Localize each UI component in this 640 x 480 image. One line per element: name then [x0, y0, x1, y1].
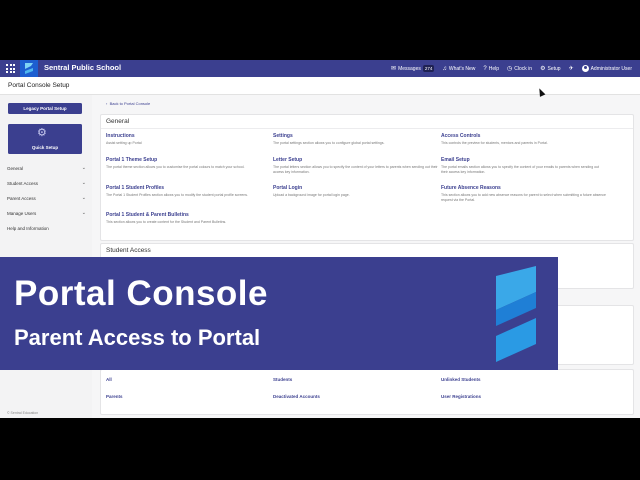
item-desc: The portal settings section allows you t…	[273, 141, 385, 145]
back-link-label: Back to Portal Console	[109, 101, 151, 106]
chevron-down-icon: ⌄	[81, 180, 86, 186]
pin-button[interactable]: ✈	[569, 66, 574, 72]
general-item-student-profiles[interactable]: Portal 1 Student Profiles The Portal 1 S…	[106, 185, 271, 198]
item-title: Future Absence Reasons	[441, 185, 501, 191]
general-item-instructions[interactable]: Instructions Assist setting up Portal	[106, 133, 271, 146]
general-item-bulletins[interactable]: Portal 1 Student & Parent Bulletins This…	[106, 212, 306, 225]
app-grid-icon[interactable]	[6, 64, 15, 73]
item-title: Instructions	[106, 133, 135, 139]
item-title: Email Setup	[441, 157, 470, 163]
sidebar-item-general[interactable]: General ⌄	[0, 161, 92, 176]
sentral-brand-mark-icon	[496, 266, 536, 362]
sidebar-item-parent-access[interactable]: Parent Access ⌄	[0, 191, 92, 206]
item-desc: This section allows you to create conten…	[106, 220, 227, 224]
sidebar-item-label: Parent Access	[7, 196, 36, 201]
help-button[interactable]: ? Help	[483, 66, 499, 72]
item-desc: The portal emails section allows you to …	[441, 165, 599, 174]
item-title: Portal 1 Theme Setup	[106, 157, 158, 163]
item-title: Portal Login	[273, 185, 303, 191]
sidebar-item-manage-users[interactable]: Manage Users ⌄	[0, 206, 92, 221]
sentral-logo-icon	[25, 63, 33, 74]
sidebar-item-student-access[interactable]: Student Access ⌄	[0, 176, 92, 191]
general-item-access-controls[interactable]: Access Controls This controls the previe…	[441, 133, 606, 146]
general-heading: General	[101, 115, 633, 129]
item-title: Settings	[273, 133, 293, 139]
item-desc: This controls the preview for students, …	[441, 141, 548, 145]
whats-new-button[interactable]: ♫ What's New	[442, 66, 475, 72]
general-item-theme-setup[interactable]: Portal 1 Theme Setup The portal theme se…	[106, 157, 271, 170]
manage-users-card: All Students Unlinked Students Parents D…	[100, 369, 634, 415]
item-title: Access Controls	[441, 133, 481, 139]
link-user-registrations[interactable]: User Registrations	[441, 394, 481, 399]
banner-subtitle: Parent Access to Portal	[14, 325, 261, 350]
setup-label: Setup	[547, 65, 561, 72]
bell-icon: ♫	[442, 65, 447, 72]
user-menu[interactable]: Administrator User	[581, 65, 632, 72]
user-name: Administrator User	[590, 65, 632, 72]
setup-button[interactable]: ⚙ Setup	[540, 66, 560, 72]
sidebar-item-help[interactable]: Help and Information	[0, 221, 92, 236]
sidebar-item-label: Student Access	[7, 181, 39, 186]
help-label: Help	[488, 65, 500, 72]
envelope-icon: ✉	[391, 65, 397, 72]
sentral-logo[interactable]	[20, 60, 38, 77]
gears-icon: ⚙	[37, 127, 47, 139]
top-navbar: Sentral Public School ✉ Messages 274 ♫ W…	[0, 60, 640, 77]
quick-setup-button[interactable]: ⚙ Quick Setup	[8, 124, 82, 154]
clock-icon: ◷	[507, 65, 513, 72]
gear-icon: ⚙	[540, 65, 546, 72]
chevron-down-icon: ⌄	[81, 165, 86, 171]
student-access-heading: Student Access	[106, 247, 151, 254]
legacy-portal-setup-button[interactable]: Legacy Portal Setup	[8, 103, 82, 114]
messages-label: Messages	[398, 65, 421, 72]
back-link[interactable]: ‹ Back to Portal Console	[106, 101, 150, 106]
item-desc: Assist setting up Portal	[106, 141, 142, 145]
general-item-letter-setup[interactable]: Letter Setup The portal letters section …	[273, 157, 438, 175]
sidebar-item-label: Manage Users	[7, 211, 37, 216]
clock-in-label: Clock in	[514, 65, 533, 72]
general-item-settings[interactable]: Settings The portal settings section all…	[273, 133, 438, 146]
link-parents[interactable]: Parents	[106, 394, 123, 399]
sidebar-menu: General ⌄ Student Access ⌄ Parent Access…	[0, 161, 92, 236]
page-title: Portal Console Setup	[8, 82, 70, 89]
sidebar-item-label: General	[7, 166, 24, 171]
link-unlinked-students[interactable]: Unlinked Students	[441, 377, 481, 382]
title-banner: Portal Console Parent Access to Portal	[0, 257, 558, 370]
banner-title: Portal Console	[14, 274, 268, 313]
item-title: Letter Setup	[273, 157, 303, 163]
messages-count-badge: 274	[422, 65, 435, 72]
link-all[interactable]: All	[106, 377, 112, 382]
item-title: Portal 1 Student & Parent Bulletins	[106, 212, 189, 218]
help-icon: ?	[483, 65, 487, 72]
messages-button[interactable]: ✉ Messages 274	[391, 65, 435, 72]
general-card: General Instructions Assist setting up P…	[100, 114, 634, 241]
general-item-email-setup[interactable]: Email Setup The portal emails section al…	[441, 157, 606, 175]
school-name: Sentral Public School	[44, 63, 122, 72]
clock-in-button[interactable]: ◷ Clock in	[507, 66, 532, 72]
nav-actions: ✉ Messages 274 ♫ What's New ? Help ◷ Clo…	[391, 60, 632, 77]
pin-icon: ✈	[568, 65, 574, 72]
link-deactivated-accounts[interactable]: Deactivated Accounts	[273, 394, 320, 399]
chevron-down-icon: ⌄	[81, 195, 86, 201]
sidebar-footer: © Sentral Education	[7, 411, 39, 415]
item-desc: The portal theme section allows you to c…	[106, 165, 245, 169]
link-students[interactable]: Students	[273, 377, 292, 382]
quick-setup-label: Quick Setup	[31, 145, 59, 150]
item-desc: The Portal 1 Student Profiles section al…	[106, 193, 249, 197]
item-desc: This section allows you to add new absen…	[441, 193, 606, 202]
chevron-down-icon: ⌄	[81, 210, 86, 216]
avatar	[581, 65, 589, 72]
item-title: Portal 1 Student Profiles	[106, 185, 165, 191]
item-desc: The portal letters section allows you to…	[273, 165, 438, 174]
general-item-future-absence-reasons[interactable]: Future Absence Reasons This section allo…	[441, 185, 606, 203]
item-desc: Upload a background image for portal log…	[273, 193, 350, 197]
sidebar-item-label: Help and Information	[7, 226, 49, 231]
whats-new-label: What's New	[448, 65, 476, 72]
general-item-portal-login[interactable]: Portal Login Upload a background image f…	[273, 185, 438, 198]
